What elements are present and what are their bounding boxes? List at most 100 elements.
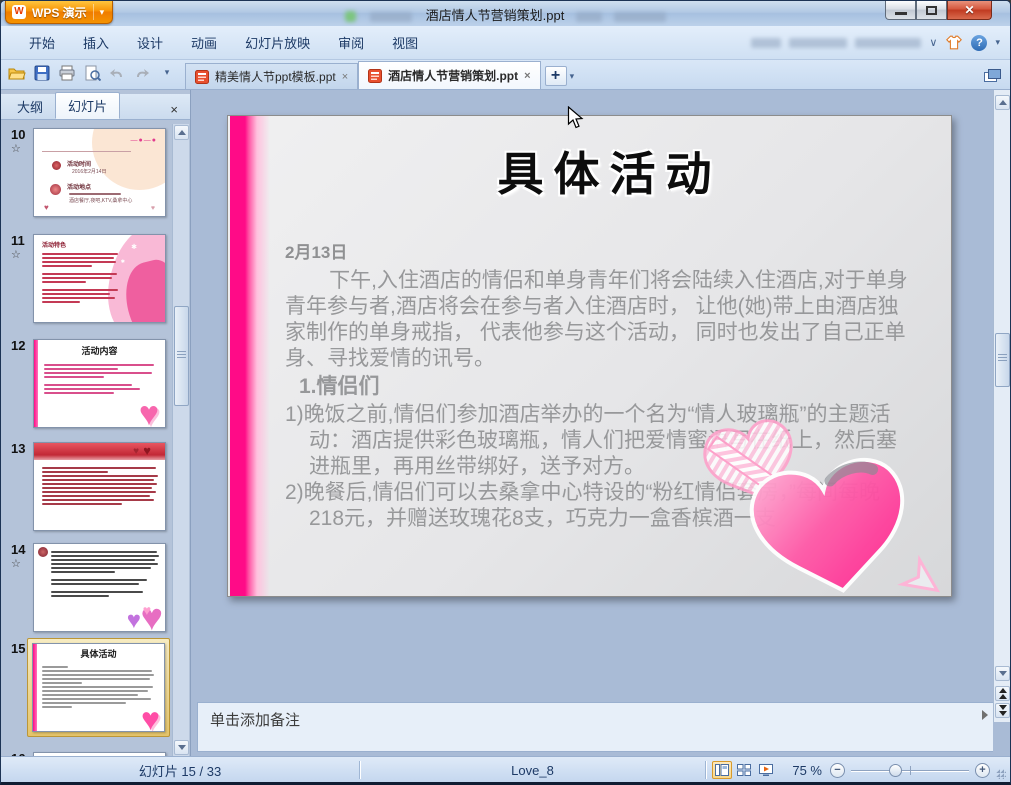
document-title: 酒店情人节营销策划.ppt (425, 8, 565, 23)
thumbnail-scrollbar[interactable] (172, 124, 189, 756)
tab-view[interactable]: 视图 (378, 28, 432, 57)
new-tab-button[interactable]: + (544, 66, 567, 86)
print-button[interactable] (57, 63, 77, 83)
redacted-text (575, 11, 602, 22)
rose-icon (50, 184, 61, 195)
panel-close-icon[interactable]: × (162, 100, 186, 119)
slide-thumbnail-14[interactable]: ♥ ♥ ♥ (33, 543, 166, 632)
resize-grip[interactable] (996, 769, 1006, 779)
heart-icon: ♥ (142, 602, 151, 618)
thumb-text-lines (42, 465, 160, 507)
wps-presentation-window: W WPS 演示 ▾ 酒店情人节营销策划.ppt ✕ 开始 插入 设计 动画 幻… (0, 0, 1011, 785)
zoom-in-button[interactable]: + (975, 762, 990, 778)
scroll-down-button[interactable] (995, 666, 1010, 681)
rose-icon (38, 547, 48, 557)
slide-15[interactable]: 具体活动 2月13日 下午,入住酒店的情侣和单身青年们将会陆续入住酒店,对于单身… (227, 115, 952, 597)
save-icon (34, 65, 50, 80)
scroll-up-button[interactable] (174, 125, 189, 140)
slide-thumbnail-15[interactable]: 具体活动 ♥ (32, 643, 165, 732)
zoom-out-button[interactable]: − (830, 762, 845, 778)
new-tab-dropdown-icon[interactable]: ▾ (570, 71, 575, 82)
zoom-level: 75 % (792, 762, 822, 778)
open-folder-icon (8, 68, 26, 79)
qat-dropdown-button[interactable]: ▾ (157, 63, 177, 83)
thumb-text: 活动地点 (67, 185, 92, 191)
slide-subheading: 1.情侣们 (299, 375, 380, 398)
tab-insert[interactable]: 插入 (69, 28, 123, 57)
view-switcher (712, 761, 776, 779)
slide-sorter-view-button[interactable] (734, 761, 754, 779)
doc-tab-label: 酒店情人节营销策划.ppt (388, 69, 519, 83)
tab-review[interactable]: 审阅 (324, 28, 378, 57)
skin-icon[interactable] (945, 35, 963, 50)
zoom-slider[interactable] (851, 763, 969, 778)
canvas-scrollbar[interactable] (993, 90, 1010, 722)
help-icon[interactable]: ? (971, 34, 988, 51)
zoom-slider-handle[interactable] (889, 763, 902, 777)
redo-button[interactable] (132, 63, 152, 83)
slideshow-view-button[interactable] (756, 761, 776, 779)
tab-design[interactable]: 设计 (123, 28, 177, 57)
slide-thumbnail-13[interactable]: ♥ ♥ (33, 442, 166, 531)
thumb-text-lines (44, 362, 156, 396)
slide-thumbnail-12[interactable]: 活动内容 ♥ (33, 339, 166, 428)
tab-close-icon[interactable]: × (342, 71, 348, 83)
scrollbar-thumb[interactable] (174, 306, 189, 406)
print-icon (59, 65, 75, 80)
slide-date: 2月13日 (285, 243, 348, 262)
thumb-text: 酒店餐厅,夜吧,KTV,桑拿中心 (69, 198, 133, 204)
scroll-up-button[interactable] (995, 95, 1010, 110)
tab-slideshow[interactable]: 幻灯片放映 (231, 28, 324, 57)
ribbon-tab-bar: 开始 插入 设计 动画 幻灯片放映 审阅 视图 ∨ ? ▾ (1, 26, 1010, 59)
slide-position-indicator: 幻灯片 15 / 33 (138, 763, 222, 779)
close-button[interactable]: ✕ (947, 1, 992, 20)
help-dropdown-icon[interactable]: ▾ (995, 37, 1000, 48)
scrollbar-thumb[interactable] (995, 333, 1010, 387)
thumb-text: 活动时间 (67, 162, 92, 168)
notes-expand-icon[interactable] (982, 710, 988, 720)
slide-accent-bar (230, 116, 272, 596)
redacted-text (751, 37, 782, 48)
slide-title[interactable]: 具体活动 (288, 138, 931, 204)
document-tabs: 精美情人节ppt模板.ppt × 酒店情人节营销策划.ppt × + ▾ (185, 60, 574, 89)
slide-number: 10 ☆ (11, 128, 33, 217)
doc-tab-template-file[interactable]: 精美情人节ppt模板.ppt × (185, 63, 359, 89)
print-preview-button[interactable] (82, 63, 102, 83)
save-button[interactable] (32, 63, 52, 83)
redacted-icon (345, 11, 357, 23)
normal-view-button[interactable] (712, 761, 733, 779)
heart-icon: ♥ (138, 395, 159, 428)
maximize-button[interactable] (916, 1, 947, 20)
tab-outline[interactable]: 大纲 (5, 94, 55, 119)
notes-pane[interactable]: 单击添加备注 (197, 702, 993, 752)
tab-home[interactable]: 开始 (15, 28, 69, 57)
doc-tab-active-file[interactable]: 酒店情人节营销策划.ppt × (358, 61, 541, 89)
slide-paragraph: 下午,入住酒店的情侣和单身青年们将会陆续入住酒店,对于单身青年参与者,酒店将会在… (285, 269, 908, 370)
minimize-button[interactable] (885, 1, 916, 20)
redacted-text (855, 37, 922, 48)
workspace: 大纲 幻灯片 × 10 ☆ —●—● 活动时间 2016年2月14日 活动地点 … (1, 90, 1010, 756)
previous-slide-button[interactable] (995, 686, 1010, 701)
ribbon-collapse-icon[interactable]: ∨ (929, 36, 937, 49)
slide-thumbnail-10[interactable]: —●—● 活动时间 2016年2月14日 活动地点 酒店餐厅,夜吧,KTV,桑拿… (33, 128, 166, 217)
open-button[interactable] (7, 63, 27, 83)
heart-icon: ♥ (126, 607, 141, 632)
undo-button[interactable] (107, 63, 127, 83)
animation-star-icon: ☆ (11, 558, 21, 570)
slide-canvas[interactable]: 具体活动 2月13日 下午,入住酒店的情侣和单身青年们将会陆续入住酒店,对于单身… (191, 90, 993, 700)
thumbnail-list: 10 ☆ —●—● 活动时间 2016年2月14日 活动地点 酒店餐厅,夜吧,K… (1, 124, 190, 756)
print-preview-icon (85, 65, 101, 81)
window-controls: ✕ (885, 1, 992, 20)
slide-panel: 大纲 幻灯片 × 10 ☆ —●—● 活动时间 2016年2月14日 活动地点 … (1, 90, 191, 756)
notes-placeholder: 单击添加备注 (210, 712, 301, 729)
tab-slides[interactable]: 幻灯片 (55, 92, 121, 119)
tab-animation[interactable]: 动画 (177, 28, 231, 57)
decor (42, 151, 131, 152)
heart-arrow-graphic (703, 419, 941, 593)
tab-list-icon[interactable] (984, 69, 1002, 83)
slide-thumbnail-11[interactable]: ✱ ✱ 活动特色 (33, 234, 166, 323)
next-slide-button[interactable] (995, 703, 1010, 718)
tab-close-icon[interactable]: × (524, 70, 530, 82)
thumb-text-lines (42, 664, 156, 710)
scroll-down-button[interactable] (174, 740, 189, 755)
